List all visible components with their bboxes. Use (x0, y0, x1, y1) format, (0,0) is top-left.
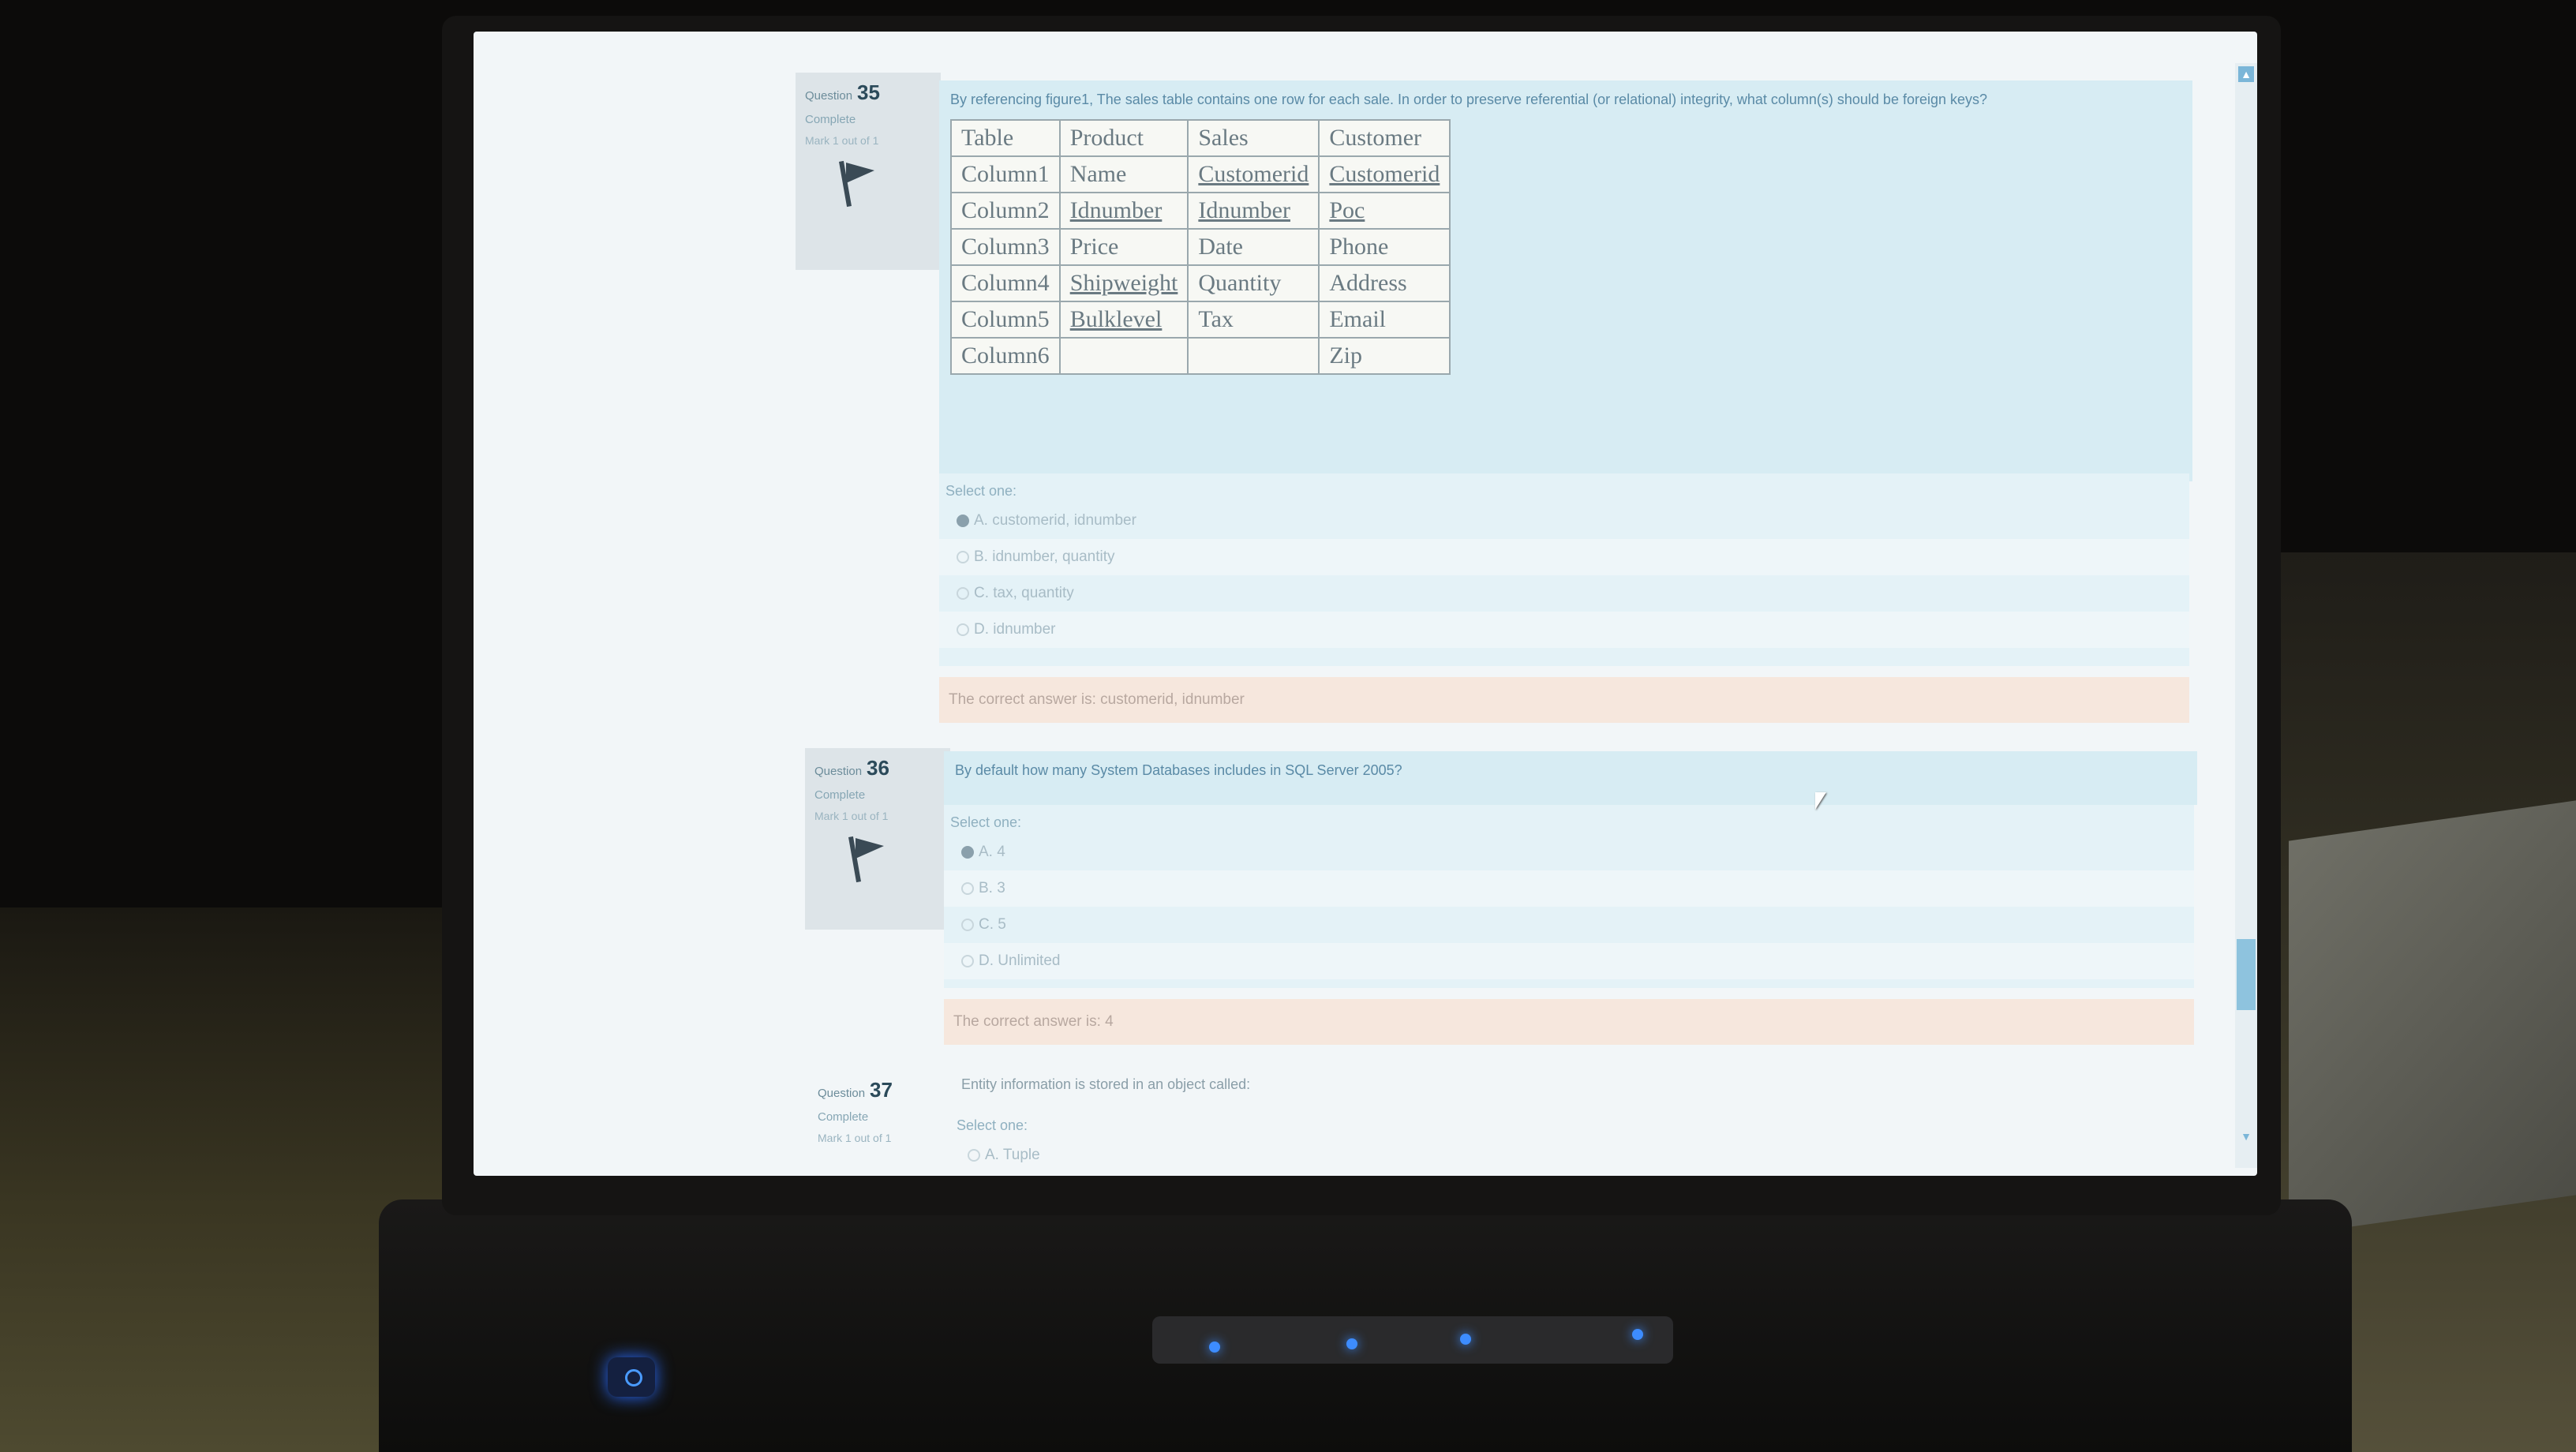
radio-icon[interactable] (957, 623, 969, 636)
radio-icon[interactable] (961, 954, 974, 967)
answers-block-35: Select one: A. customerid, idnumber B. i… (939, 473, 2189, 666)
paper-sheet (2289, 800, 2576, 1236)
table-cell: Price (1058, 228, 1189, 266)
table-header-cell: Product (1058, 119, 1189, 157)
table-cell: Address (1318, 264, 1451, 302)
power-icon (625, 1369, 642, 1387)
table-header-row: Table Product Sales Customer (950, 119, 1451, 157)
laptop-screen: ▲ ▼ Question 35 Complete Mark 1 out of 1 … (474, 32, 2257, 1176)
status-led (1632, 1329, 1643, 1340)
question-text-box-35: By referencing figure1, The sales table … (939, 80, 2192, 481)
table-cell: Bulklevel (1058, 301, 1189, 339)
table-cell: Poc (1318, 192, 1451, 230)
question-mark: Mark 1 out of 1 (805, 134, 879, 147)
mouse-cursor-icon (1815, 792, 1826, 810)
radio-selected-icon[interactable] (957, 514, 969, 527)
table-cell: Email (1318, 301, 1451, 339)
option-a[interactable]: A. Tuple (950, 1137, 2200, 1173)
table-cell: Tax (1187, 301, 1320, 339)
table-cell: Column2 (950, 192, 1061, 230)
question-text: Entity information is stored in an objec… (961, 1076, 1251, 1092)
power-button[interactable] (608, 1357, 655, 1397)
table-cell: Column5 (950, 301, 1061, 339)
media-button-strip (1152, 1316, 1673, 1364)
option-b[interactable]: B. 3 (944, 870, 2194, 907)
feedback-36: The correct answer is: 4 (944, 999, 2194, 1045)
feedback-35: The correct answer is: customerid, idnum… (939, 677, 2189, 723)
question-state: Complete (818, 1110, 869, 1124)
table-cell (1058, 337, 1189, 375)
radio-icon[interactable] (957, 550, 969, 563)
table-cell: Shipweight (1058, 264, 1189, 302)
status-led (1209, 1342, 1220, 1353)
table-header-cell: Sales (1187, 119, 1320, 157)
table-cell: Column4 (950, 264, 1061, 302)
table-cell (1187, 337, 1320, 375)
table-cell: Column1 (950, 155, 1061, 193)
question-state: Complete (805, 113, 856, 126)
table-cell: Zip (1318, 337, 1451, 375)
option-b[interactable]: B. idnumber, quantity (939, 539, 2189, 575)
table-cell: Customerid (1187, 155, 1320, 193)
figure1-table: Table Product Sales Customer Column1 Name Cust… (950, 119, 1451, 375)
scroll-down-icon[interactable]: ▼ (2238, 1128, 2254, 1144)
option-a[interactable]: A. customerid, idnumber (939, 503, 2189, 539)
question-text-box-36: By default how many System Databases inc… (944, 751, 2197, 805)
option-c[interactable]: C. 5 (944, 907, 2194, 943)
table-row: Column1 Name Customerid Customerid (950, 155, 1451, 193)
table-cell: Column3 (950, 228, 1061, 266)
question-text: By referencing figure1, The sales table … (950, 92, 1988, 107)
table-row: Column2 Idnumber Idnumber Poc (950, 192, 1451, 230)
question-mark: Mark 1 out of 1 (818, 1132, 892, 1144)
radio-icon[interactable] (968, 1148, 980, 1162)
status-led (1346, 1338, 1357, 1349)
scroll-thumb[interactable] (2237, 939, 2256, 1010)
table-cell: Column6 (950, 337, 1061, 375)
question-label: Question (818, 1087, 866, 1100)
table-cell: Quantity (1187, 264, 1320, 302)
table-row: Column4 Shipweight Quantity Address (950, 264, 1451, 302)
option-d[interactable]: D. Unlimited (944, 943, 2194, 979)
table-row: Column5 Bulklevel Tax Email (950, 301, 1451, 339)
option-d[interactable]: D. idnumber (939, 612, 2189, 648)
question-label: Question (805, 89, 853, 103)
radio-selected-icon[interactable] (961, 845, 974, 859)
question-label: Question (814, 765, 863, 778)
table-header-cell: Customer (1318, 119, 1451, 157)
table-cell: Phone (1318, 228, 1451, 266)
radio-icon[interactable] (957, 586, 969, 600)
question-text: By default how many System Databases inc… (955, 762, 1402, 778)
table-cell: Name (1058, 155, 1189, 193)
table-row: Column3 Price Date Phone (950, 228, 1451, 266)
select-one-label: Select one: (957, 1117, 1028, 1133)
question-info-35: Question 35 Complete Mark 1 out of 1 (796, 73, 941, 270)
table-cell: Date (1187, 228, 1320, 266)
question-number: 36 (867, 756, 889, 780)
radio-icon[interactable] (961, 881, 974, 895)
answers-block-36: Select one: A. 4 B. 3 C. 5 D. Unlimited (944, 805, 2194, 988)
question-info-36: Question 36 Complete Mark 1 out of 1 (805, 748, 950, 930)
question-mark: Mark 1 out of 1 (814, 810, 889, 822)
question-state: Complete (814, 788, 866, 802)
select-one-label: Select one: (950, 814, 1022, 830)
option-a[interactable]: A. 4 (944, 834, 2194, 870)
scroll-up-icon[interactable]: ▲ (2238, 66, 2254, 82)
table-row: Column6 Zip (950, 337, 1451, 375)
status-led (1460, 1334, 1471, 1345)
question-info-37: Question 37 Complete Mark 1 out of 1 (808, 1070, 953, 1176)
flag-icon[interactable] (846, 836, 886, 884)
table-cell: Idnumber (1058, 192, 1189, 230)
option-c[interactable]: C. tax, quantity (939, 575, 2189, 612)
table-cell: Customerid (1318, 155, 1451, 193)
answers-block-37: Select one: A. Tuple (950, 1108, 2200, 1176)
question-number: 35 (857, 80, 880, 104)
radio-icon[interactable] (961, 918, 974, 931)
table-cell: Idnumber (1187, 192, 1320, 230)
question-number: 37 (870, 1078, 893, 1102)
flag-icon[interactable] (837, 160, 876, 208)
table-header-cell: Table (950, 119, 1061, 157)
select-one-label: Select one: (945, 483, 1017, 499)
